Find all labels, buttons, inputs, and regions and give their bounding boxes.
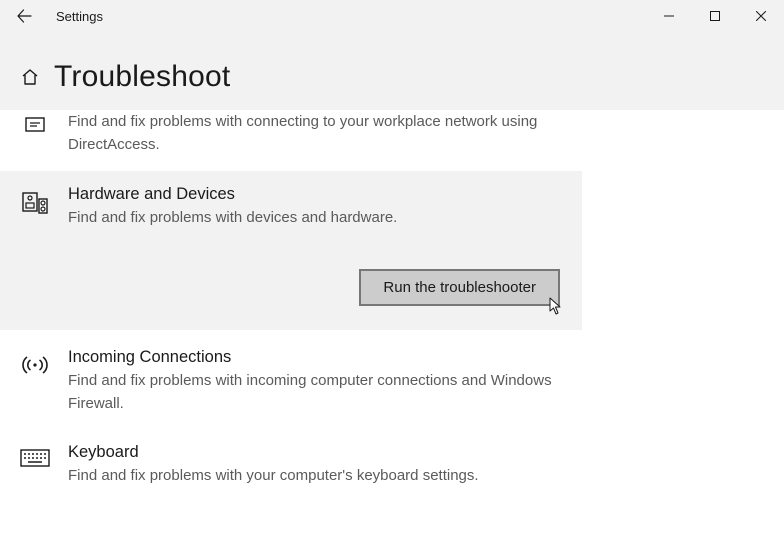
troubleshoot-item-keyboard[interactable]: Keyboard Find and fix problems with your… bbox=[0, 433, 582, 505]
minimize-button[interactable] bbox=[646, 0, 692, 32]
keyboard-icon bbox=[18, 443, 52, 487]
home-icon[interactable] bbox=[20, 67, 40, 87]
minimize-icon bbox=[664, 11, 674, 21]
titlebar: Settings bbox=[0, 0, 784, 32]
maximize-button[interactable] bbox=[692, 0, 738, 32]
page-title: Troubleshoot bbox=[54, 60, 230, 94]
item-title: Incoming Connections bbox=[68, 348, 568, 367]
run-troubleshooter-button[interactable]: Run the troubleshooter bbox=[359, 269, 560, 306]
item-desc: Find and fix problems with devices and h… bbox=[68, 206, 568, 229]
item-title: Keyboard bbox=[68, 443, 568, 462]
close-icon bbox=[756, 11, 766, 21]
arrow-left-icon bbox=[16, 8, 32, 24]
close-button[interactable] bbox=[738, 0, 784, 32]
troubleshoot-item-incoming[interactable]: Incoming Connections Find and fix proble… bbox=[0, 330, 582, 434]
item-desc: Find and fix problems with incoming comp… bbox=[68, 369, 568, 416]
item-desc: Find and fix problems with connecting to… bbox=[68, 110, 568, 157]
network-icon bbox=[18, 110, 52, 157]
page-header: Troubleshoot bbox=[0, 32, 784, 110]
troubleshoot-list: Find and fix problems with connecting to… bbox=[0, 110, 784, 506]
item-title: Hardware and Devices bbox=[68, 185, 568, 204]
back-button[interactable] bbox=[0, 0, 48, 32]
antenna-icon bbox=[18, 348, 52, 416]
hardware-icon bbox=[18, 185, 52, 306]
troubleshoot-item-directaccess[interactable]: Find and fix problems with connecting to… bbox=[0, 110, 582, 171]
troubleshoot-item-hardware[interactable]: Hardware and Devices Find and fix proble… bbox=[0, 171, 582, 330]
maximize-icon bbox=[710, 11, 720, 21]
item-desc: Find and fix problems with your computer… bbox=[68, 464, 568, 487]
window-title: Settings bbox=[48, 9, 103, 24]
